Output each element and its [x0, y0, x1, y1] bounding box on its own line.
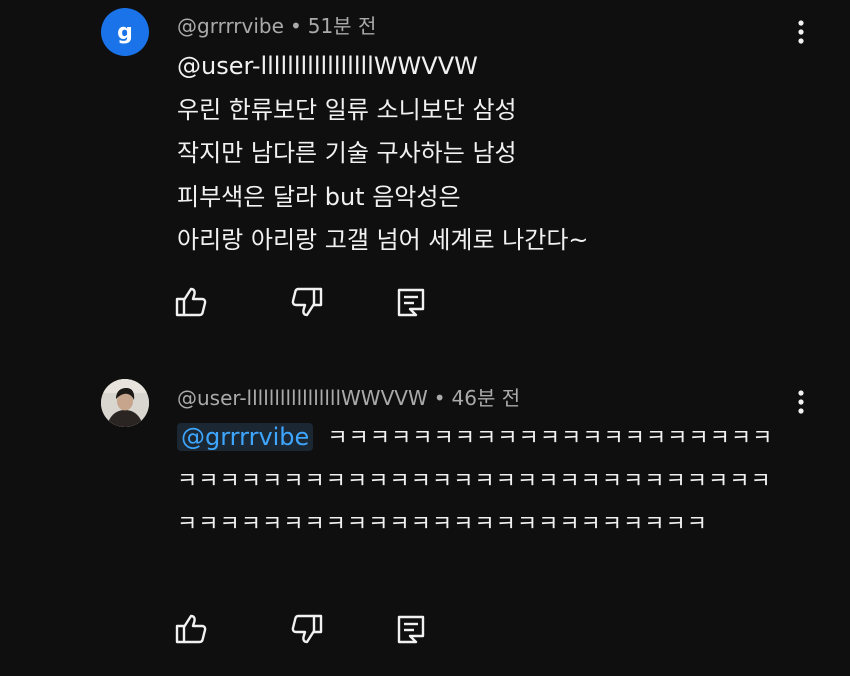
separator-dot: • — [289, 14, 302, 38]
author-avatar[interactable] — [101, 379, 149, 427]
reply-comment-icon — [397, 615, 425, 644]
thumb-up-icon — [175, 614, 207, 644]
more-vert-icon[interactable] — [792, 19, 810, 45]
mention-link[interactable]: @grrrrvibe — [177, 423, 314, 451]
reply-button[interactable] — [394, 612, 428, 646]
comment-timestamp[interactable]: 51분 전 — [308, 14, 377, 38]
comment-line: 작지만 남다른 기술 구사하는 남성 — [177, 139, 517, 167]
comment-line: @user-lllllllllllllllllWWVVW — [177, 52, 478, 80]
comment-reply-item: @user-lllllllllllllllllWWVVW • 46분 전 @grrr… — [0, 350, 850, 676]
comment-actions — [174, 612, 454, 646]
reply-comment-icon — [397, 288, 425, 317]
more-vert-icon[interactable] — [792, 389, 810, 415]
comment-line: 피부색은 달라 but 음악성은 — [177, 182, 461, 211]
comment-timestamp[interactable]: 46분 전 — [452, 386, 521, 410]
thumb-up-icon — [175, 287, 207, 317]
like-button[interactable] — [174, 612, 208, 646]
dislike-button[interactable] — [290, 612, 324, 646]
separator-dot: • — [433, 386, 446, 410]
avatar-letter: g — [117, 19, 133, 45]
comment-header: @user-lllllllllllllllllWWVVW • 46분 전 — [177, 382, 520, 411]
reply-button[interactable] — [394, 285, 428, 319]
user-photo-avatar — [101, 379, 149, 427]
author-name[interactable]: @user-lllllllllllllllllWWVVW — [177, 386, 428, 410]
comment-body: @user-lllllllllllllllllWWVVW 우린 한류보단 일류 … — [177, 45, 589, 263]
comment-thread-item: g @grrrrvibe • 51분 전 @user-lllllllllllllll… — [0, 0, 850, 350]
dislike-button[interactable] — [290, 285, 324, 319]
comment-line: 우린 한류보단 일류 소니보단 삼성 — [177, 95, 517, 124]
comment-header: @grrrrvibe • 51분 전 — [177, 10, 376, 39]
author-avatar[interactable]: g — [101, 8, 149, 56]
author-name[interactable]: @grrrrvibe — [177, 14, 284, 38]
thumb-down-icon — [291, 614, 323, 644]
like-button[interactable] — [174, 285, 208, 319]
thumb-down-icon — [291, 287, 323, 317]
comment-actions — [174, 285, 454, 319]
comment-line: 아리랑 아리랑 고갤 넘어 세계로 나간다~ — [177, 226, 589, 254]
comment-body: @grrrrvibe ㅋㅋㅋㅋㅋㅋㅋㅋㅋㅋㅋㅋㅋㅋㅋㅋㅋㅋㅋㅋㅋㅋㅋㅋㅋㅋㅋㅋㅋㅋ… — [177, 416, 787, 546]
